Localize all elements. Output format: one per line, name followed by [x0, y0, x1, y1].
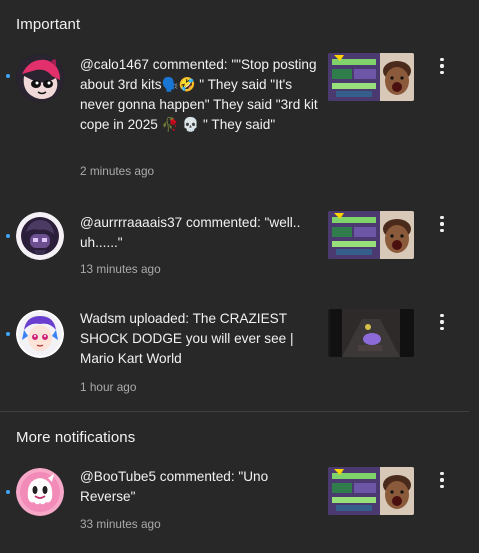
important-heading: Important [16, 16, 81, 33]
unread-indicator [6, 74, 10, 78]
notification-text: @aurrrraaaais37 commented: "well.. uh...… [80, 215, 305, 250]
unread-indicator [6, 332, 10, 336]
mario-kart-reaction-thumbnail[interactable] [328, 53, 414, 101]
splatoon-character-avatar[interactable] [16, 54, 64, 102]
notification-time: 1 hour ago [80, 380, 137, 394]
notification-text: @calo1467 commented: ""Stop posting abou… [80, 57, 322, 132]
more-vertical-icon[interactable] [432, 310, 452, 334]
unread-indicator [6, 490, 10, 494]
notification-time: 33 minutes ago [80, 517, 161, 531]
boo-ghost-avatar[interactable] [16, 468, 64, 516]
mario-kart-reaction-thumbnail[interactable] [328, 467, 414, 515]
notification-item[interactable]: @calo1467 commented: ""Stop posting abou… [0, 52, 479, 192]
section-divider [0, 411, 469, 412]
notification-item[interactable]: Wadsm uploaded: The CRAZIEST SHOCK DODGE… [0, 308, 479, 398]
notification-time: 2 minutes ago [80, 164, 155, 178]
purple-character-avatar[interactable] [16, 212, 64, 260]
notification-item[interactable]: @aurrrraaaais37 commented: "well.. uh...… [0, 210, 479, 286]
mario-kart-gameplay-thumbnail[interactable] [328, 309, 414, 357]
notifications-panel: Important @calo1467 commented: ""Stop po… [0, 0, 479, 553]
notification-text: @BooTube5 commented: "Uno Reverse" [80, 469, 272, 504]
channel-avatar-wadsm[interactable] [16, 310, 64, 358]
more-notifications-heading: More notifications [16, 429, 136, 446]
notification-time: 13 minutes ago [80, 262, 161, 276]
notification-item[interactable]: @BooTube5 commented: "Uno Reverse" 33 mi… [0, 466, 479, 542]
mario-kart-reaction-thumbnail[interactable] [328, 211, 414, 259]
more-vertical-icon[interactable] [432, 54, 452, 78]
unread-indicator [6, 234, 10, 238]
more-vertical-icon[interactable] [432, 468, 452, 492]
notification-text: Wadsm uploaded: The CRAZIEST SHOCK DODGE… [80, 311, 298, 366]
more-vertical-icon[interactable] [432, 212, 452, 236]
